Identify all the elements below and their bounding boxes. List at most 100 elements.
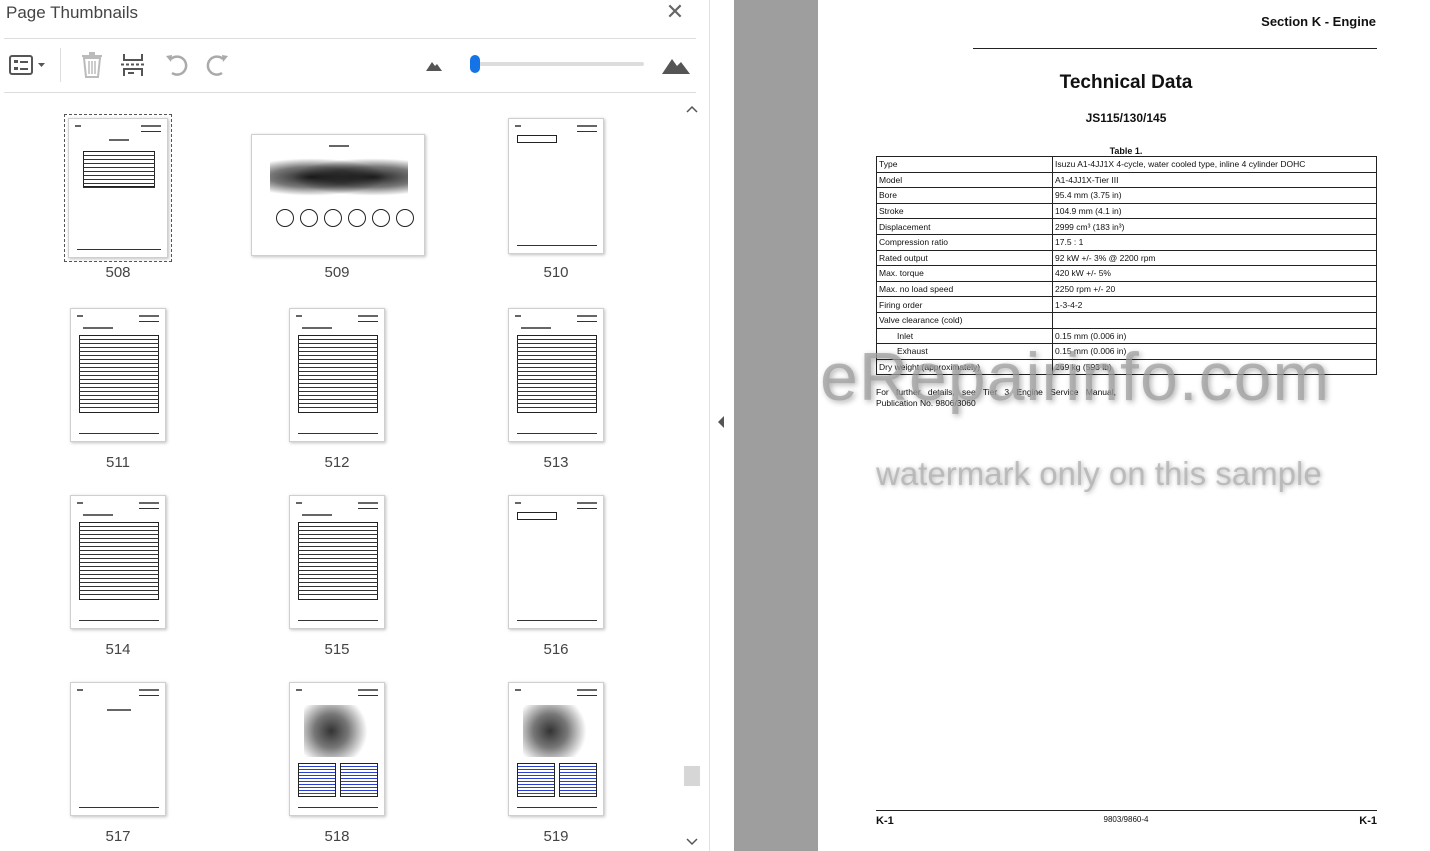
thumbnail-grid: 508 509 510 511 512 513 514 515 516 517 518 519: [0, 94, 680, 851]
close-panel-button[interactable]: ✕: [663, 0, 687, 24]
row-value: Isuzu A1-4JJ1X 4-cycle, water cooled typ…: [1052, 156, 1377, 173]
mini-table-line: [79, 363, 159, 364]
page-title: Technical Data: [1059, 72, 1193, 93]
mini-table-line: [517, 367, 597, 368]
rotate-right-button[interactable]: [200, 48, 234, 82]
row-value: 420 kW +/- 5%: [1052, 265, 1377, 282]
mini-table-line: [517, 351, 597, 352]
table-caption: Table 1.: [1109, 146, 1143, 156]
mini-engine-image: [523, 705, 591, 757]
mini-table-line: [298, 586, 378, 587]
table-row: Max. no load speed 2250 rpm +/- 20: [876, 280, 1377, 298]
chevron-down-icon: [686, 838, 698, 846]
mini-header: [358, 315, 378, 317]
thumbnail-page-image[interactable]: [508, 118, 604, 254]
mini-table-line: [298, 391, 378, 392]
mini-table-line: [79, 339, 159, 340]
insert-pages-button[interactable]: [116, 48, 150, 82]
mini-table-line: [79, 387, 159, 388]
mini-table-line: [298, 403, 378, 404]
mini-table-line: [298, 554, 378, 555]
mini-table-line: [298, 578, 378, 579]
mini-title: [329, 145, 349, 147]
mini-header-rule: [139, 695, 159, 696]
zoom-out-button[interactable]: [420, 48, 448, 82]
mini-header-rule: [577, 508, 597, 509]
mini-detail-circle: [276, 209, 294, 227]
thumbnail-size-slider[interactable]: [476, 62, 644, 66]
thumbnail-page-image[interactable]: [70, 308, 166, 442]
mini-table-line: [298, 343, 378, 344]
row-value: 17.5 : 1: [1052, 233, 1377, 251]
mini-table-line: [298, 395, 378, 396]
mini-header-rule: [139, 321, 159, 322]
list-options-icon: [9, 55, 45, 75]
mini-table-line: [83, 179, 155, 180]
mini-table-line: [298, 407, 378, 408]
thumbnail-page-image[interactable]: [289, 495, 385, 629]
thumbnail-page-number: 519: [543, 828, 569, 845]
mini-table-line: [298, 570, 378, 571]
delete-pages-button[interactable]: [76, 48, 108, 82]
row-label: Type: [876, 156, 1053, 173]
mini-table-line: [298, 546, 378, 547]
thumbnail-page-number: 516: [543, 641, 569, 658]
mini-table-line: [517, 403, 597, 404]
mini-header: [139, 689, 159, 691]
thumbnail-page-image[interactable]: [70, 495, 166, 629]
mini-table-line: [298, 526, 378, 527]
thumbnails-scrollbar[interactable]: [683, 100, 701, 851]
mini-legend-box: [298, 763, 336, 797]
mini-table-line: [79, 586, 159, 587]
scroll-down-arrow[interactable]: [683, 833, 701, 851]
thumbnail-page-image[interactable]: [508, 495, 604, 629]
zoom-in-button[interactable]: [658, 48, 694, 82]
mini-title: [83, 514, 113, 516]
document-page: Section K - Engine Technical Data JS115/…: [818, 0, 1430, 851]
mini-table-line: [517, 375, 597, 376]
mini-header-rule: [141, 131, 161, 132]
mini-table-line: [298, 375, 378, 376]
mini-footer-rule: [298, 807, 378, 808]
mini-title: [107, 709, 131, 711]
mini-table-line: [79, 395, 159, 396]
footer-rule: [876, 810, 1377, 811]
thumbnail-page-image[interactable]: [70, 682, 166, 816]
mini-table-line: [517, 355, 597, 356]
thumbnail-options-button[interactable]: [4, 48, 50, 82]
mini-table-line: [298, 530, 378, 531]
collapse-panel-icon[interactable]: [716, 415, 726, 432]
scroll-up-arrow[interactable]: [683, 100, 701, 118]
mini-table-line: [79, 530, 159, 531]
slider-knob[interactable]: [470, 55, 480, 73]
thumbnail-page-image[interactable]: [289, 308, 385, 442]
thumbnail-page-image[interactable]: [508, 682, 604, 816]
scroll-thumb[interactable]: [684, 766, 700, 786]
thumbnail-page-image[interactable]: [68, 118, 168, 258]
mini-table-line: [79, 371, 159, 372]
mini-logo: [515, 502, 521, 504]
mini-header: [577, 689, 597, 691]
mini-table-line: [79, 566, 159, 567]
mini-table-line: [298, 351, 378, 352]
mini-footer-rule: [79, 433, 159, 434]
thumbnail-page-number: 511: [106, 454, 130, 471]
thumbnail-page-image[interactable]: [508, 308, 604, 442]
rotate-left-button[interactable]: [160, 48, 194, 82]
mini-footer-rule: [79, 807, 159, 808]
mini-logo: [77, 502, 83, 504]
mini-table: [83, 151, 155, 187]
mini-table-line: [79, 594, 159, 595]
mini-header: [358, 502, 378, 504]
mini-table-line: [79, 383, 159, 384]
thumbnail-page-image[interactable]: [289, 682, 385, 816]
small-mountain-icon: [426, 62, 442, 71]
mini-table-line: [79, 347, 159, 348]
mini-header-rule: [577, 321, 597, 322]
panel-splitter[interactable]: [710, 0, 734, 851]
row-value: A1-4JJ1X-Tier III: [1052, 171, 1377, 189]
row-label: Valve clearance (cold): [876, 311, 1053, 329]
table-row: Type Isuzu A1-4JJ1X 4-cycle, water cooled…: [876, 156, 1377, 173]
thumbnail-page-image[interactable]: [251, 134, 425, 256]
mini-table-line: [298, 387, 378, 388]
